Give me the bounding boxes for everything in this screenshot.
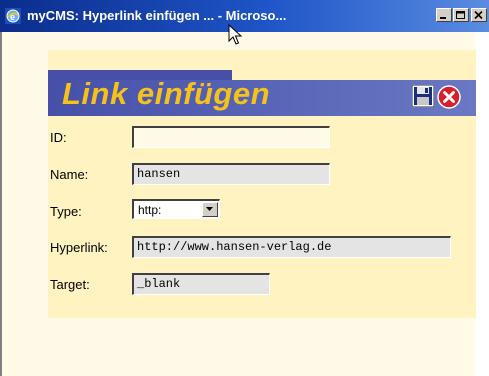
hyperlink-input[interactable]: http://www.hansen-verlag.de [132,236,451,258]
name-input[interactable]: hansen [132,163,330,185]
target-label: Target: [50,277,90,292]
maximize-icon [456,11,465,19]
cancel-button[interactable] [437,85,461,109]
name-label: Name: [50,167,89,182]
save-icon [411,84,435,108]
cursor-icon [228,23,243,51]
type-select[interactable]: http: [132,199,220,219]
save-button[interactable] [411,84,435,108]
type-select-value: http: [138,203,162,217]
ie-icon: e [5,8,21,24]
title-bar[interactable]: e myCMS: Hyperlink einfügen ... - Micros… [0,0,489,32]
maximize-button[interactable] [453,8,469,22]
type-label: Type: [50,204,82,219]
minimize-icon [440,17,446,19]
id-label: ID: [50,130,67,145]
window-title: myCMS: Hyperlink einfügen ... - Microso.… [27,8,287,23]
type-select-arrow[interactable] [202,202,218,217]
svg-text:e: e [10,12,15,22]
browser-window: e myCMS: Hyperlink einfügen ... - Micros… [0,0,489,376]
dropdown-arrow-icon [206,207,213,211]
cancel-icon [437,85,461,109]
dialog-heading: Link einfügen [62,76,270,111]
id-input[interactable] [132,126,330,148]
window-edge [475,32,489,376]
hyperlink-label: Hyperlink: [50,240,108,255]
close-window-button[interactable] [471,8,487,22]
minimize-button[interactable] [436,8,452,22]
target-input[interactable]: _blank [132,273,270,295]
close-icon [474,11,483,20]
